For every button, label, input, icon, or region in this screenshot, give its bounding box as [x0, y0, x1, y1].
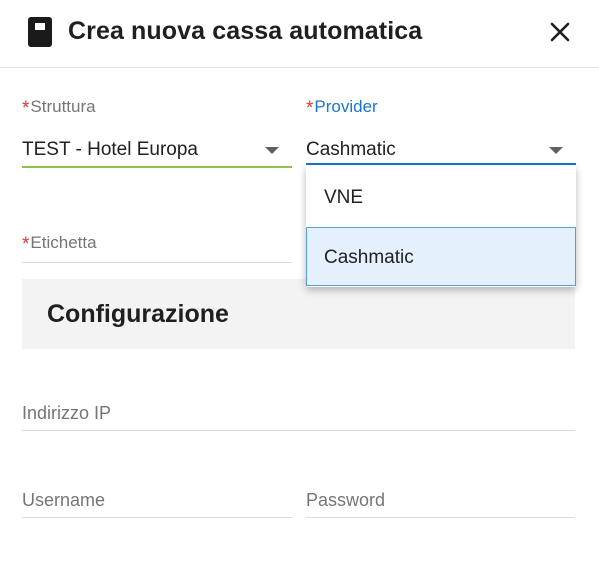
provider-dropdown-menu: VNE Cashmatic: [306, 165, 576, 287]
indirizzo-ip-field[interactable]: Indirizzo IP: [22, 403, 575, 431]
configurazione-section: Configurazione: [22, 279, 575, 349]
provider-option-label: Cashmatic: [324, 247, 414, 268]
provider-value: Cashmatic: [306, 139, 396, 160]
provider-label-text: Provider: [314, 97, 378, 116]
struttura-underline: [22, 166, 292, 168]
caret-down-icon[interactable]: [549, 147, 563, 154]
etichetta-field[interactable]: *Etichetta: [22, 232, 292, 264]
provider-option-vne[interactable]: VNE: [306, 167, 576, 225]
required-asterisk: *: [22, 98, 30, 119]
caret-down-icon[interactable]: [265, 147, 279, 154]
etichetta-label: *Etichetta: [22, 232, 97, 255]
close-icon[interactable]: [546, 18, 574, 46]
indirizzo-ip-label: Indirizzo IP: [22, 403, 112, 423]
struttura-select[interactable]: *Struttura TEST - Hotel Europa: [22, 96, 292, 168]
password-field[interactable]: Password: [306, 490, 575, 518]
username-label: Username: [22, 490, 106, 510]
provider-select[interactable]: *Provider Cashmatic: [306, 96, 576, 168]
indirizzo-ip-underline: [22, 430, 575, 431]
dialog-header: Crea nuova cassa automatica: [0, 0, 599, 68]
provider-label: *Provider: [306, 96, 378, 119]
password-underline: [306, 517, 575, 518]
etichetta-label-text: Etichetta: [30, 233, 97, 252]
username-field[interactable]: Username: [22, 490, 292, 518]
provider-option-label: VNE: [324, 187, 364, 208]
struttura-value: TEST - Hotel Europa: [22, 139, 199, 160]
provider-option-cashmatic[interactable]: Cashmatic: [306, 227, 576, 286]
etichetta-underline: [22, 262, 292, 263]
configurazione-title: Configurazione: [47, 300, 229, 328]
username-underline: [22, 517, 292, 518]
required-asterisk: *: [306, 98, 314, 119]
required-asterisk: *: [22, 234, 30, 255]
dialog-title: Crea nuova cassa automatica: [68, 17, 423, 45]
struttura-label-text: Struttura: [30, 97, 96, 116]
struttura-label: *Struttura: [22, 96, 96, 119]
password-label: Password: [306, 490, 386, 510]
cash-register-icon: [28, 17, 52, 47]
